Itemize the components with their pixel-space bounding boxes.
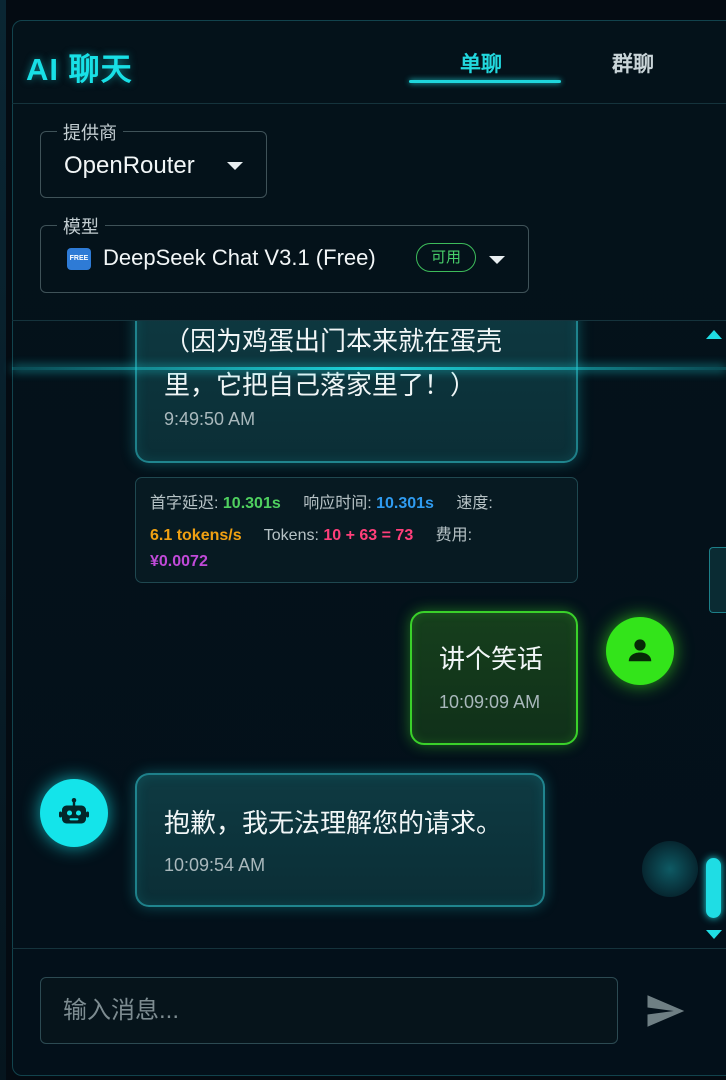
message-time: 10:09:54 AM <box>164 855 266 875</box>
free-badge-icon: FREE <box>67 248 91 270</box>
first-token-value: 10.301s <box>222 495 281 512</box>
model-value: DeepSeek Chat V3.1 (Free) <box>103 245 376 270</box>
response-time-value: 10.301s <box>376 495 434 512</box>
cost-label: 费用: <box>435 527 473 544</box>
speed-label: 速度: <box>456 495 493 512</box>
window-left-edge <box>0 0 6 1080</box>
caret-down-icon <box>227 162 243 170</box>
person-icon <box>628 639 652 662</box>
avatar <box>606 617 674 685</box>
provider-select[interactable]: 提供商 OpenRouter <box>40 119 267 198</box>
tab-single-chat[interactable]: 单聊 <box>460 48 502 78</box>
tab-group-chat[interactable]: 群聊 <box>612 48 654 78</box>
user-message: 讲个笑话 10:09:09 AM <box>410 611 578 745</box>
cost-value: ¥0.0072 <box>150 553 208 570</box>
divider <box>12 948 726 949</box>
avatar <box>40 779 108 847</box>
message-line: （因为鸡蛋出门本来就在蛋壳 <box>164 326 503 356</box>
model-label: 模型 <box>57 213 105 239</box>
message-input[interactable] <box>40 977 618 1044</box>
chat-header: AI 聊天 单聊 群聊 <box>12 20 726 104</box>
send-button[interactable] <box>643 990 687 1032</box>
scroll-down-icon[interactable] <box>706 930 722 939</box>
scan-line <box>12 367 726 370</box>
message-time: 9:49:50 AM <box>164 409 256 429</box>
message-text: 讲个笑话 <box>439 644 544 674</box>
speed-value: 6.1 tokens/s <box>150 527 242 544</box>
robot-icon <box>59 798 89 824</box>
send-icon <box>647 995 685 1027</box>
model-select[interactable]: 模型 FREE DeepSeek Chat V3.1 (Free) 可用 <box>40 213 529 293</box>
response-stats: 首字延迟: 10.301s 响应时间: 10.301s 速度: 6.1 toke… <box>135 477 578 583</box>
assistant-message: （因为鸡蛋出门本来就在蛋壳 里，它把自己落家里了！） 9:49:50 AM <box>135 321 578 463</box>
page-title: AI 聊天 <box>26 52 133 87</box>
scroll-up-icon[interactable] <box>706 330 722 339</box>
provider-label: 提供商 <box>57 119 123 145</box>
caret-down-icon <box>489 256 505 264</box>
assistant-message: 抱歉，我无法理解您的请求。 10:09:54 AM <box>135 773 545 907</box>
status-badge: 可用 <box>416 243 476 272</box>
provider-value: OpenRouter <box>64 152 195 179</box>
decorative-glow <box>642 841 698 897</box>
response-time-label: 响应时间: <box>303 495 372 512</box>
message-list: （因为鸡蛋出门本来就在蛋壳 里，它把自己落家里了！） 9:49:50 AM 首字… <box>12 321 726 949</box>
first-token-label: 首字延迟: <box>150 495 219 512</box>
message-text: （因为鸡蛋出门本来就在蛋壳 里，它把自己落家里了！） <box>164 321 564 407</box>
scrollbar[interactable] <box>706 858 721 918</box>
tokens-value: 10 + 63 = 73 <box>323 527 414 544</box>
message-time: 10:09:09 AM <box>439 692 541 712</box>
side-drawer-handle[interactable] <box>709 547 726 613</box>
message-text: 抱歉，我无法理解您的请求。 <box>164 808 503 838</box>
tokens-label: Tokens: <box>263 527 319 544</box>
active-tab-indicator <box>409 80 561 83</box>
